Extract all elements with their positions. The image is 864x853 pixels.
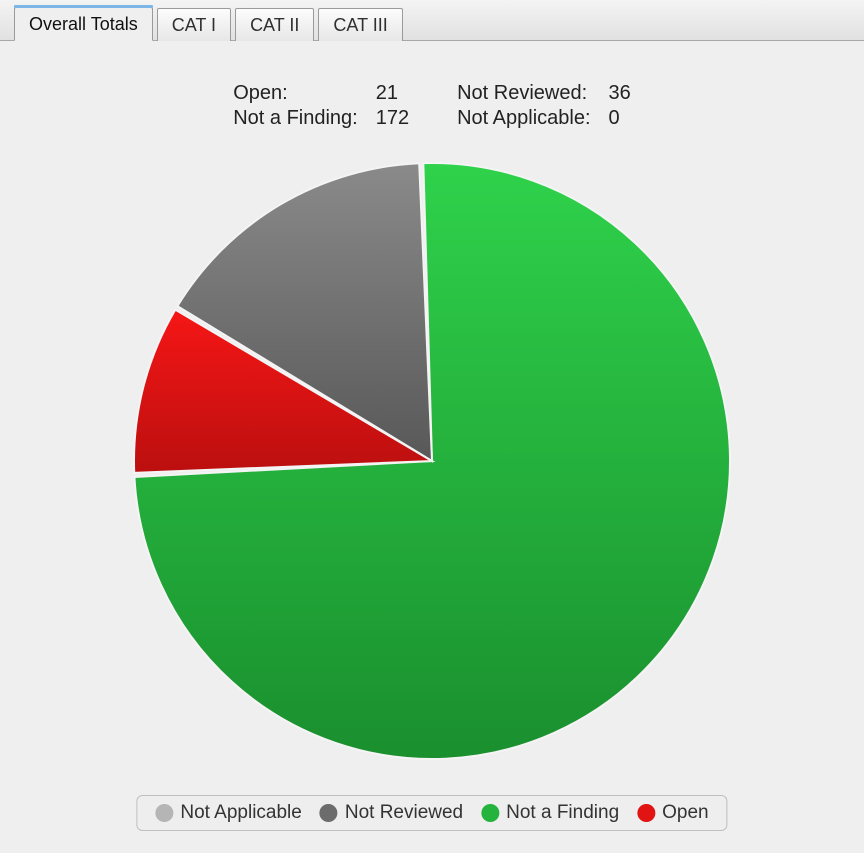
not-reviewed-value: 36 — [609, 81, 631, 106]
legend-swatch — [481, 804, 499, 822]
tab-cat-1[interactable]: CAT I — [157, 8, 231, 41]
tab-cat-2[interactable]: CAT II — [235, 8, 314, 41]
pie-chart — [122, 151, 742, 771]
legend-item-open: Open — [637, 802, 708, 824]
legend-swatch — [637, 804, 655, 822]
pie-chart-container — [0, 151, 864, 771]
legend-label: Open — [662, 802, 708, 824]
legend-item-not-applicable: Not Applicable — [155, 802, 301, 824]
not-applicable-label: Not Applicable: — [457, 106, 608, 131]
legend: Not Applicable Not Reviewed Not a Findin… — [136, 795, 727, 831]
tab-label: CAT III — [333, 15, 387, 35]
not-a-finding-label: Not a Finding: — [233, 106, 376, 131]
legend-label: Not Applicable — [180, 802, 301, 824]
summary-stats: Open: 21 Not a Finding: 172 Not Reviewed… — [0, 81, 864, 131]
legend-label: Not Reviewed — [345, 802, 463, 824]
not-a-finding-value: 172 — [376, 106, 409, 131]
legend-swatch — [320, 804, 338, 822]
tab-label: Overall Totals — [29, 14, 138, 34]
open-value: 21 — [376, 81, 409, 106]
tab-cat-3[interactable]: CAT III — [318, 8, 402, 41]
legend-label: Not a Finding — [506, 802, 619, 824]
tab-label: CAT I — [172, 15, 216, 35]
tab-overall-totals[interactable]: Overall Totals — [14, 7, 153, 41]
tab-bar: Overall Totals CAT I CAT II CAT III — [0, 0, 864, 41]
not-reviewed-label: Not Reviewed: — [457, 81, 608, 106]
tab-label: CAT II — [250, 15, 299, 35]
legend-swatch — [155, 804, 173, 822]
content-panel: Open: 21 Not a Finding: 172 Not Reviewed… — [0, 41, 864, 853]
legend-item-not-a-finding: Not a Finding — [481, 802, 619, 824]
legend-item-not-reviewed: Not Reviewed — [320, 802, 463, 824]
open-label: Open: — [233, 81, 376, 106]
not-applicable-value: 0 — [609, 106, 631, 131]
